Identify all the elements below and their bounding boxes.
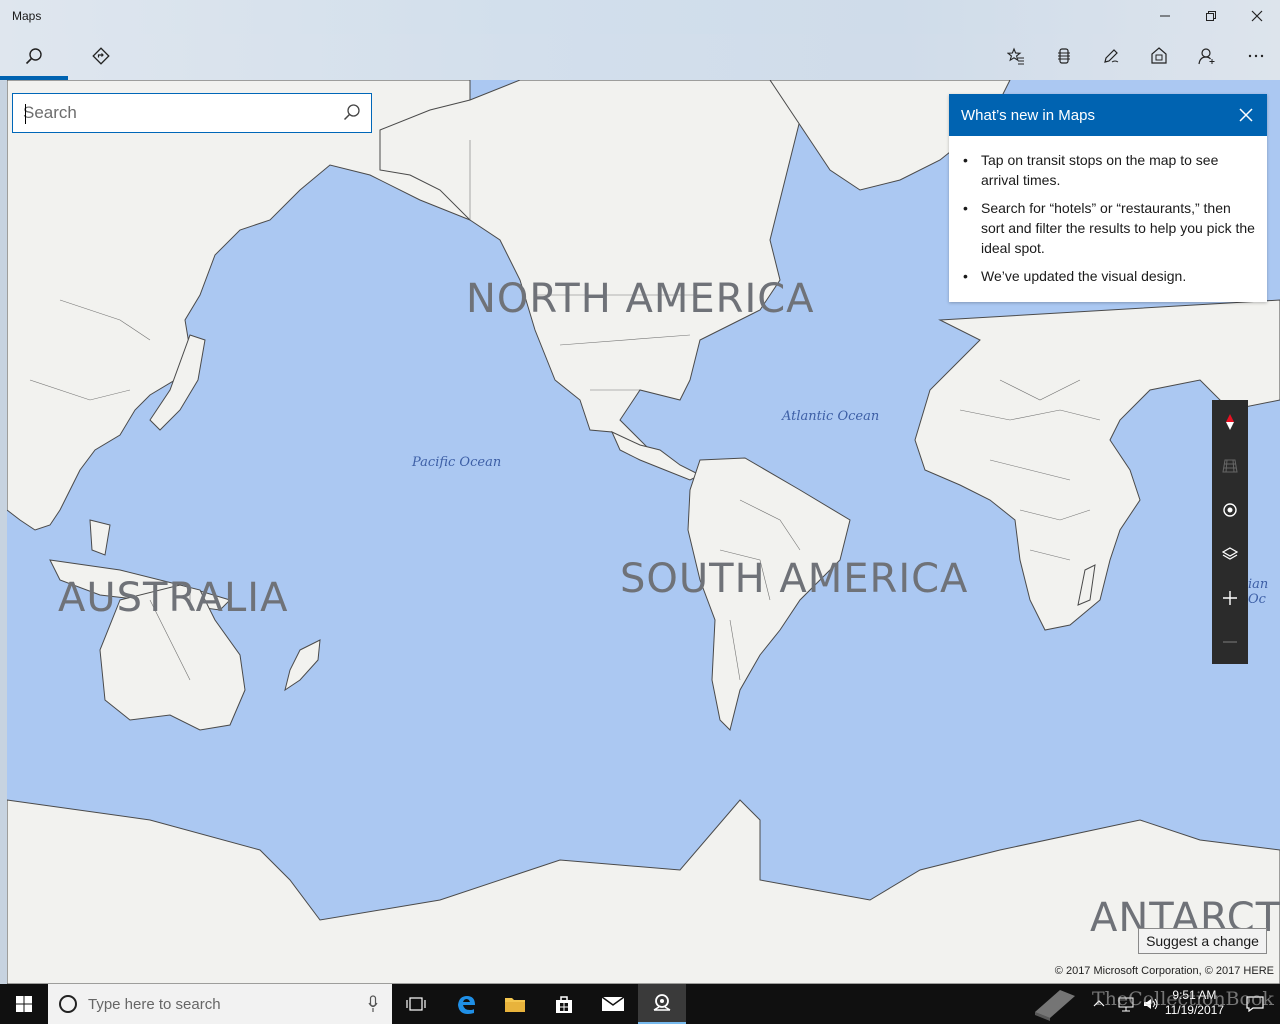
map-left-edge (0, 80, 7, 984)
more-icon (1248, 54, 1264, 58)
my-location-button[interactable] (1212, 488, 1248, 532)
whats-new-title: What’s new in Maps (961, 107, 1095, 124)
traffic-button[interactable] (1135, 34, 1183, 78)
whats-new-panel: What’s new in Maps Tap on transit stops … (949, 94, 1267, 302)
zoom-out-button[interactable] (1212, 620, 1248, 664)
compass-button[interactable] (1212, 400, 1248, 444)
account-button[interactable] (1183, 34, 1231, 78)
search-box[interactable] (12, 93, 372, 133)
ink-button[interactable] (1040, 34, 1088, 78)
windows-logo-icon (16, 996, 32, 1012)
account-icon (1198, 48, 1215, 65)
suggest-change-button[interactable]: Suggest a change (1138, 928, 1267, 954)
whats-new-close-button[interactable] (1235, 104, 1257, 126)
pacific-ocean-label: Pacific Ocean (412, 455, 502, 470)
whats-new-list: Tap on transit stops on the map to see a… (949, 136, 1267, 286)
philippines-landmass (89, 519, 111, 556)
new-zealand-landmass (284, 639, 321, 692)
whats-new-item: Tap on transit stops on the map to see a… (961, 150, 1255, 190)
title-bar: Maps (0, 0, 1280, 34)
layers-icon (1222, 547, 1238, 560)
close-button[interactable] (1234, 0, 1280, 32)
compass-icon (1226, 414, 1234, 430)
cortana-icon (59, 995, 77, 1013)
text-caret (25, 104, 26, 124)
search-input[interactable] (23, 102, 323, 124)
whats-new-item: Search for “hotels” or “restaurants,” th… (961, 198, 1255, 258)
store-button[interactable] (540, 984, 588, 1024)
watermark: TheCollectionBook (1092, 988, 1274, 1010)
app-title: Maps (12, 9, 42, 23)
favorites-button[interactable] (992, 34, 1040, 78)
map-layers-button[interactable] (1212, 532, 1248, 576)
edge-icon (458, 996, 475, 1014)
taskbar: Type here to search 9:51 AM 11/19/2017 (0, 984, 1280, 1024)
mail-icon (601, 996, 625, 1011)
start-button[interactable] (0, 984, 48, 1024)
maps-app-button[interactable] (638, 984, 686, 1024)
whats-new-header: What’s new in Maps (949, 94, 1267, 136)
map-copyright: © 2017 Microsoft Corporation, © 2017 HER… (1054, 965, 1274, 977)
map-controls (1212, 400, 1248, 664)
directions-icon (92, 47, 110, 65)
app-toolbar (0, 34, 1280, 80)
taskbar-search[interactable]: Type here to search (48, 984, 392, 1024)
search-icon (343, 104, 360, 121)
close-icon (1239, 108, 1253, 122)
favorites-icon (1007, 47, 1024, 65)
restore-icon (1206, 11, 1216, 21)
search-tab[interactable] (10, 34, 58, 78)
microphone-icon (368, 995, 378, 1012)
north-america-landmass (379, 80, 801, 456)
taskbar-search-placeholder: Type here to search (88, 996, 221, 1013)
atlantic-ocean-label: Atlantic Ocean (782, 409, 880, 424)
file-explorer-button[interactable] (491, 984, 539, 1024)
search-icon (25, 48, 42, 65)
central-america-landmass (611, 430, 702, 481)
traffic-icon (1151, 47, 1167, 64)
restore-button[interactable] (1188, 0, 1234, 32)
ink-icon (1058, 48, 1070, 64)
zoom-in-button[interactable] (1212, 576, 1248, 620)
mail-button[interactable] (589, 984, 637, 1024)
edge-browser-button[interactable] (442, 984, 490, 1024)
zoom-in-icon (1223, 591, 1237, 605)
folder-icon (505, 998, 525, 1012)
zoom-out-icon (1223, 641, 1237, 643)
whats-new-item: We’ve updated the visual design. (961, 266, 1255, 286)
pen-icon (1104, 49, 1119, 63)
watermark-book-icon (1035, 990, 1075, 1021)
australia-label: AUSTRALIA (58, 575, 289, 621)
tilt-button[interactable] (1212, 444, 1248, 488)
search-submit-button[interactable] (343, 103, 361, 126)
more-button[interactable] (1232, 34, 1280, 78)
south-america-label: SOUTH AMERICA (620, 556, 969, 602)
minimize-button[interactable] (1142, 0, 1188, 32)
store-icon (556, 996, 572, 1013)
tilt-icon (1222, 459, 1238, 473)
task-view-button[interactable] (392, 984, 440, 1024)
directions-tab[interactable] (77, 34, 125, 78)
north-america-label: NORTH AMERICA (466, 276, 815, 322)
antarctica-landmass (6, 799, 1280, 984)
task-view-icon (406, 997, 426, 1011)
pen-button[interactable] (1087, 34, 1135, 78)
maps-app-icon (653, 994, 671, 1011)
close-icon (1251, 10, 1263, 22)
minimize-icon (1160, 15, 1170, 17)
indian-ocean-label: ian Oc (1248, 577, 1269, 607)
my-location-icon (1223, 503, 1237, 517)
